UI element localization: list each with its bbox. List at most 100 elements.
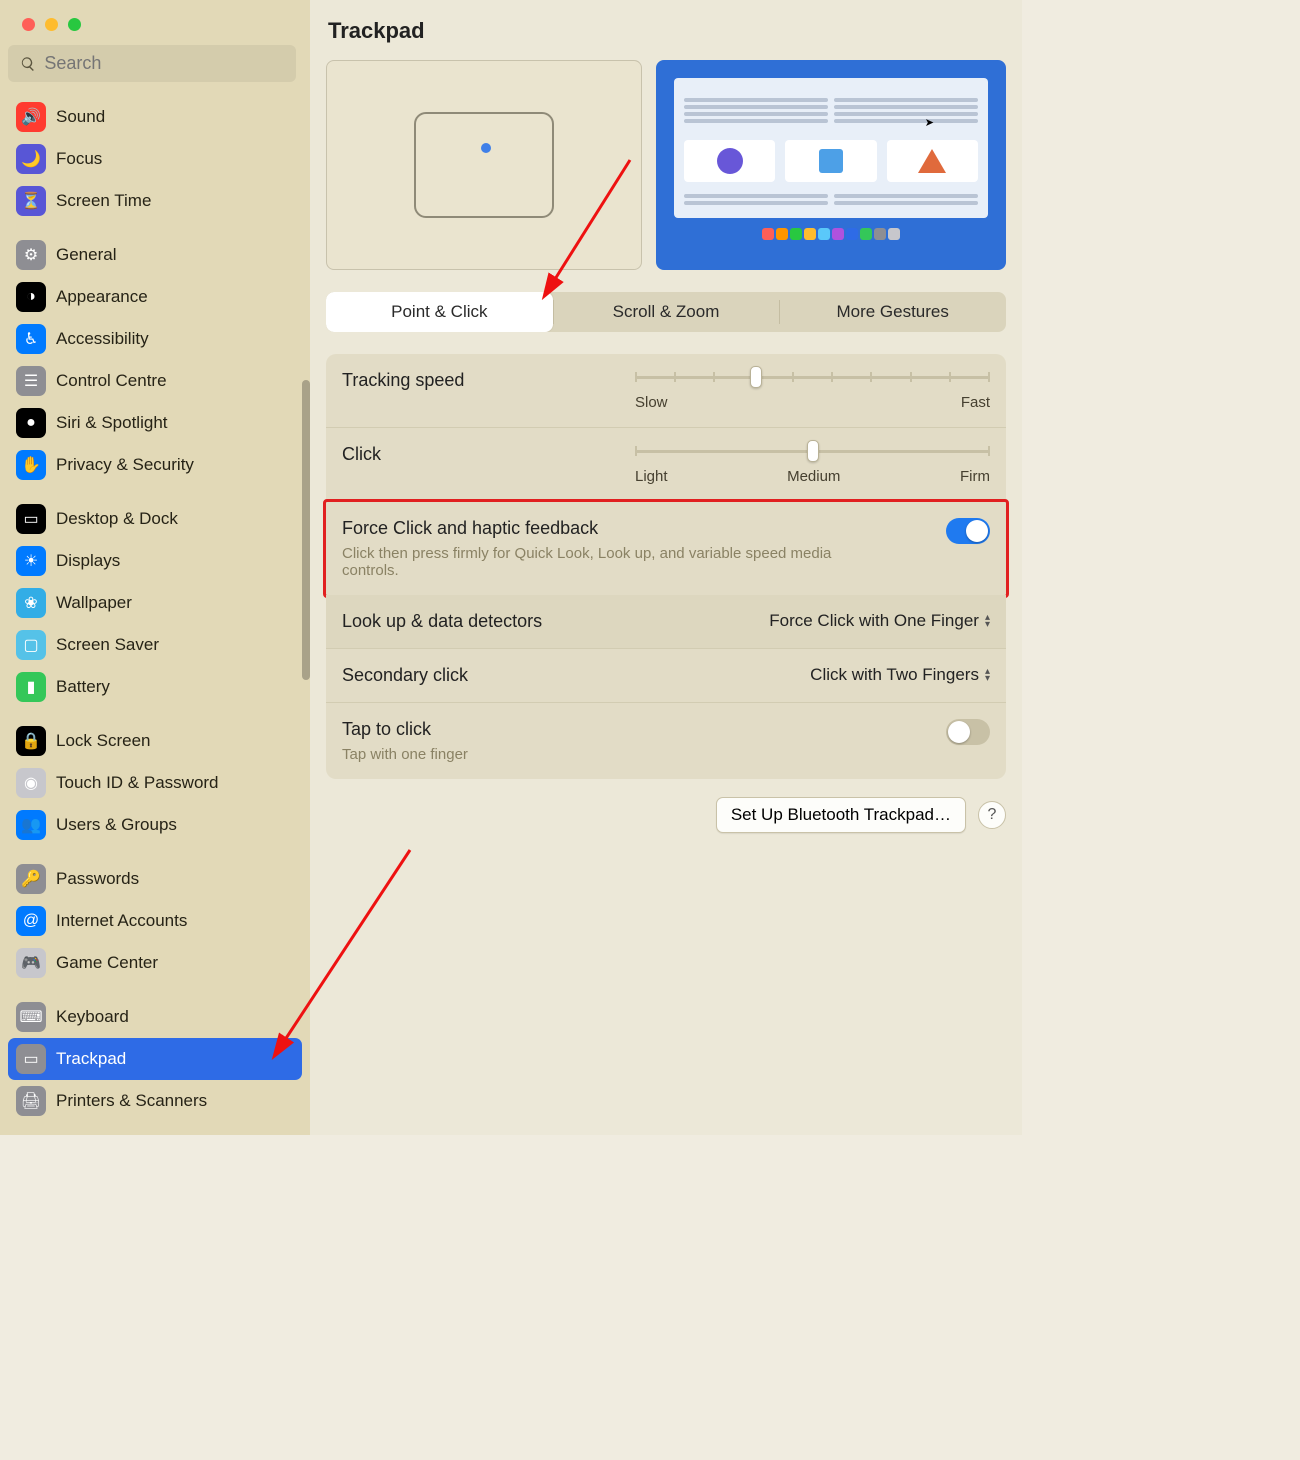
sidebar-item-label: Siri & Spotlight <box>56 413 168 433</box>
sidebar-item-siri[interactable]: ● Siri & Spotlight <box>8 402 302 444</box>
scrollbar-thumb[interactable] <box>302 380 310 680</box>
help-button[interactable]: ? <box>978 801 1006 829</box>
passwords-icon: 🔑 <box>16 864 46 894</box>
sidebar-item-label: Accessibility <box>56 329 149 349</box>
search-field[interactable] <box>8 45 296 82</box>
wallpaper-icon: ❀ <box>16 588 46 618</box>
sidebar-item-label: Touch ID & Password <box>56 773 219 793</box>
sidebar-item-focus[interactable]: 🌙 Focus <box>8 138 302 180</box>
chevron-updown-icon: ▴▾ <box>985 668 990 682</box>
sidebar-item-label: Internet Accounts <box>56 911 187 931</box>
row-lookup: Look up & data detectors Force Click wit… <box>326 595 1006 649</box>
users-groups-icon: 👥 <box>16 810 46 840</box>
sidebar-item-control-centre[interactable]: ☰ Control Centre <box>8 360 302 402</box>
sidebar: 🔊 Sound 🌙 Focus ⏳ Screen Time ⚙︎ General ◑ Appear… <box>0 0 310 1135</box>
secondary-click-select[interactable]: Click with Two Fingers ▴▾ <box>810 665 990 685</box>
minimize-icon[interactable] <box>45 18 58 31</box>
sidebar-item-appearance[interactable]: ◑ Appearance <box>8 276 302 318</box>
window-controls <box>8 12 302 45</box>
sidebar-item-battery[interactable]: ▮ Battery <box>8 666 302 708</box>
sidebar-item-label: Printers & Scanners <box>56 1091 207 1111</box>
tab-bar: Point & Click Scroll & Zoom More Gesture… <box>326 292 1006 332</box>
chevron-updown-icon: ▴▾ <box>985 614 990 628</box>
sidebar-item-screen-saver[interactable]: ▢Screen Saver <box>8 624 302 666</box>
privacy-icon: ✋ <box>16 450 46 480</box>
row-tracking-speed: Tracking speed Slow Fast <box>326 354 1006 428</box>
siri-icon: ● <box>16 408 46 438</box>
sidebar-item-touch-id[interactable]: ◉ Touch ID & Password <box>8 762 302 804</box>
sidebar-item-trackpad[interactable]: ▭ Trackpad <box>8 1038 302 1080</box>
sidebar-item-keyboard[interactable]: ⌨︎ Keyboard <box>8 996 302 1038</box>
focus-icon: 🌙 <box>16 144 46 174</box>
sidebar-item-label: Game Center <box>56 953 158 973</box>
cursor-icon: ➤ <box>925 116 934 129</box>
battery-icon: ▮ <box>16 672 46 702</box>
sidebar-item-accessibility[interactable]: ♿︎ Accessibility <box>8 318 302 360</box>
sidebar-item-label: General <box>56 245 116 265</box>
screen-time-icon: ⏳ <box>16 186 46 216</box>
sidebar-item-screen-time[interactable]: ⏳ Screen Time <box>8 180 302 222</box>
sidebar-item-label: Displays <box>56 551 120 571</box>
trackpad-preview <box>326 60 642 270</box>
force-click-toggle[interactable] <box>946 518 990 544</box>
sidebar-item-label: Screen Time <box>56 191 151 211</box>
lookup-select[interactable]: Force Click with One Finger ▴▾ <box>769 611 990 631</box>
sidebar-item-label: Desktop & Dock <box>56 509 178 529</box>
sidebar-item-wallpaper[interactable]: ❀ Wallpaper <box>8 582 302 624</box>
sidebar-item-label: Screen Saver <box>56 635 159 655</box>
tab-scroll-zoom[interactable]: Scroll & Zoom <box>553 292 780 332</box>
sound-icon: 🔊 <box>16 102 46 132</box>
sidebar-item-passwords[interactable]: 🔑 Passwords <box>8 858 302 900</box>
sidebar-item-lock-screen[interactable]: 🔒 Lock Screen <box>8 720 302 762</box>
sidebar-item-users-groups[interactable]: 👥 Users & Groups <box>8 804 302 846</box>
trackpad-icon: ▭ <box>16 1044 46 1074</box>
sidebar-item-label: Passwords <box>56 869 139 889</box>
sidebar-item-label: Battery <box>56 677 110 697</box>
printers-icon: 🖨 <box>16 1086 46 1116</box>
accessibility-icon: ♿︎ <box>16 324 46 354</box>
desktop-dock-icon: ▭ <box>16 504 46 534</box>
gesture-preview: ➤ <box>656 60 1006 270</box>
sidebar-item-label: Keyboard <box>56 1007 129 1027</box>
appearance-icon: ◑ <box>16 282 46 312</box>
keyboard-icon: ⌨︎ <box>16 1002 46 1032</box>
click-slider[interactable] <box>635 444 990 458</box>
close-icon[interactable] <box>22 18 35 31</box>
lock-screen-icon: 🔒 <box>16 726 46 756</box>
sidebar-item-game-center[interactable]: 🎮Game Center <box>8 942 302 984</box>
maximize-icon[interactable] <box>68 18 81 31</box>
sidebar-item-privacy[interactable]: ✋Privacy & Security <box>8 444 302 486</box>
search-input[interactable] <box>44 53 284 74</box>
page-title: Trackpad <box>310 18 1022 60</box>
sidebar-item-label: Sound <box>56 107 105 127</box>
sidebar-item-general[interactable]: ⚙︎ General <box>8 234 302 276</box>
general-icon: ⚙︎ <box>16 240 46 270</box>
sidebar-item-label: Wallpaper <box>56 593 132 613</box>
sidebar-item-internet-accounts[interactable]: @ Internet Accounts <box>8 900 302 942</box>
tab-point-click[interactable]: Point & Click <box>326 292 553 332</box>
tap-to-click-toggle[interactable] <box>946 719 990 745</box>
tracking-speed-slider[interactable] <box>635 370 990 384</box>
sidebar-item-label: Control Centre <box>56 371 167 391</box>
sidebar-list[interactable]: 🔊 Sound 🌙 Focus ⏳ Screen Time ⚙︎ General ◑ Appear… <box>8 90 302 1135</box>
setup-bluetooth-button[interactable]: Set Up Bluetooth Trackpad… <box>716 797 966 833</box>
sidebar-item-label: Focus <box>56 149 102 169</box>
displays-icon: ☀︎ <box>16 546 46 576</box>
touch-id-icon: ◉ <box>16 768 46 798</box>
row-click: Click Light Medium Firm <box>326 428 1006 502</box>
search-icon <box>20 55 36 73</box>
content-pane: Trackpad ➤ <box>310 0 1022 1135</box>
sidebar-item-label: Users & Groups <box>56 815 177 835</box>
sidebar-item-label: Trackpad <box>56 1049 126 1069</box>
sidebar-item-printers[interactable]: 🖨 Printers & Scanners <box>8 1080 302 1122</box>
sidebar-item-desktop-dock[interactable]: ▭ Desktop & Dock <box>8 498 302 540</box>
row-secondary-click: Secondary click Click with Two Fingers ▴… <box>326 649 1006 703</box>
sidebar-item-displays[interactable]: ☀︎ Displays <box>8 540 302 582</box>
internet-accounts-icon: @ <box>16 906 46 936</box>
sidebar-item-label: Appearance <box>56 287 148 307</box>
sidebar-item-label: Lock Screen <box>56 731 151 751</box>
control-centre-icon: ☰ <box>16 366 46 396</box>
sidebar-item-sound[interactable]: 🔊 Sound <box>8 96 302 138</box>
row-tap-to-click: Tap to click Tap with one finger <box>326 703 1006 779</box>
tab-more-gestures[interactable]: More Gestures <box>779 292 1006 332</box>
